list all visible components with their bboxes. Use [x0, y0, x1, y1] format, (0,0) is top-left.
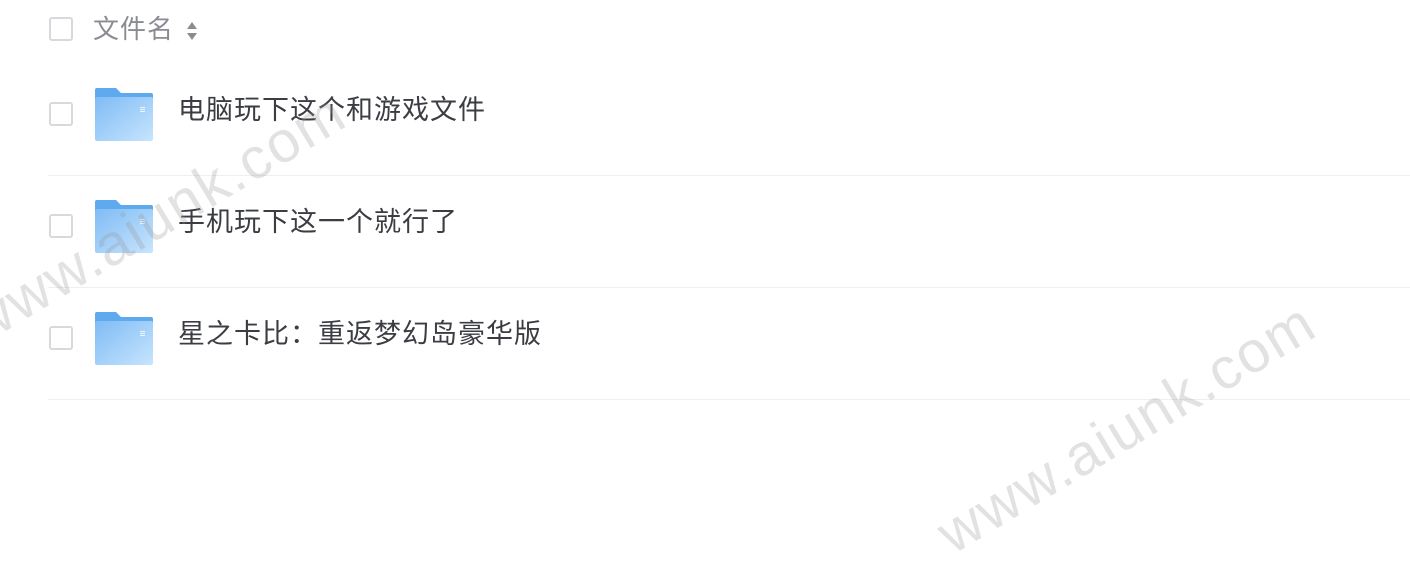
- folder-icon: [95, 312, 153, 365]
- select-all-checkbox[interactable]: [49, 17, 73, 41]
- file-name[interactable]: 星之卡比：重返梦幻岛豪华版: [178, 317, 542, 353]
- file-name[interactable]: 电脑玩下这个和游戏文件: [178, 93, 486, 129]
- row-divider: [48, 399, 1410, 400]
- row-checkbox[interactable]: [49, 214, 73, 238]
- row-checkbox[interactable]: [49, 102, 73, 126]
- folder-icon: [95, 88, 153, 141]
- row-checkbox[interactable]: [49, 326, 73, 350]
- folder-icon: [95, 200, 153, 253]
- filename-column-header[interactable]: 文件名: [93, 13, 174, 47]
- file-row[interactable]: 星之卡比：重返梦幻岛豪华版: [0, 288, 1410, 400]
- file-name[interactable]: 手机玩下这一个就行了: [178, 205, 458, 241]
- file-row[interactable]: 手机玩下这一个就行了: [0, 176, 1410, 288]
- sort-icon[interactable]: [185, 19, 199, 43]
- file-row[interactable]: 电脑玩下这个和游戏文件: [0, 64, 1410, 176]
- file-list-page: 文件名 电脑玩下这个和游戏文件 手机玩下这一个就行了 星之卡比：重返梦幻岛豪华版…: [0, 0, 1410, 588]
- file-list-header: 文件名: [0, 0, 1410, 62]
